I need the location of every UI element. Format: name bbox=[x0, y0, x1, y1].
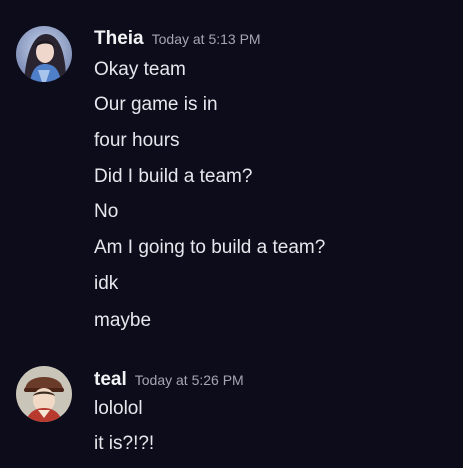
message-line: it is?!?! bbox=[94, 433, 155, 454]
username[interactable]: teal bbox=[94, 369, 127, 390]
message-line: lololol bbox=[94, 398, 143, 419]
chat-message-list: Theia Today at 5:13 PM Okay team Our game… bbox=[0, 0, 463, 468]
message-line: Am I going to build a team? bbox=[94, 237, 326, 258]
timestamp[interactable]: Today at 5:13 PM bbox=[152, 31, 261, 47]
user-avatar-theia[interactable] bbox=[16, 26, 72, 82]
message-line: Did I build a team? bbox=[94, 166, 253, 187]
username[interactable]: Theia bbox=[94, 28, 144, 49]
message-line: No bbox=[94, 201, 119, 222]
user-avatar-teal[interactable] bbox=[16, 366, 72, 422]
message-line: idk bbox=[94, 273, 119, 294]
avatar-image bbox=[16, 366, 72, 422]
message-line: Our game is in bbox=[94, 94, 218, 115]
message-header: teal Today at 5:26 PM bbox=[94, 369, 244, 391]
timestamp[interactable]: Today at 5:26 PM bbox=[135, 372, 244, 388]
avatar-image bbox=[16, 26, 72, 82]
message-header: Theia Today at 5:13 PM bbox=[94, 28, 261, 50]
message-line: maybe bbox=[94, 310, 152, 331]
message-line: four hours bbox=[94, 130, 180, 151]
message-line: Okay team bbox=[94, 59, 186, 80]
